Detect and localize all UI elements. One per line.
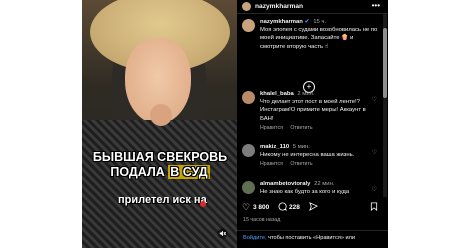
comment-body: nazymkharman ✔ 15 ч. Моя эпопея с судами… — [260, 18, 378, 51]
login-prompt-rest: чтобы поставить «Нравится» или — [266, 235, 356, 241]
login-prompt: Войдите, чтобы поставить «Нравится» или — [237, 230, 388, 248]
comment-reply-button[interactable]: Ответить — [290, 125, 312, 131]
comment-time: 2 мин. — [297, 91, 315, 97]
login-prompt-text: Войдите, чтобы поставить «Нравится» или — [243, 235, 383, 242]
comment-time: 5 мин. — [292, 144, 310, 150]
caption-comment: nazymkharman ✔ 15 ч. Моя эпопея с судами… — [237, 18, 383, 60]
page-background-right — [388, 0, 473, 248]
video-headline-line2: ПОДАЛА В СУД — [88, 165, 232, 180]
comment-actions: Нравится Ответить — [260, 125, 319, 131]
author-username[interactable]: nazymkharman — [255, 3, 303, 10]
login-link[interactable]: Войдите, — [243, 235, 267, 241]
comment-heart-icon[interactable]: ♡ — [372, 186, 377, 193]
comment-time: 22 мин. — [314, 181, 335, 187]
red-dot-icon — [200, 201, 206, 207]
comment-item: makiz_110 5 мин. Никому не интересна ваш… — [237, 143, 383, 171]
avatar[interactable] — [242, 19, 255, 32]
avatar[interactable] — [242, 144, 255, 157]
video-headline: БЫВШАЯ СВЕКРОВЬ ПОДАЛА В СУД — [88, 150, 232, 180]
video-hand — [150, 104, 172, 126]
comments-list: nazymkharman ✔ 15 ч. Моя эпопея с судами… — [237, 14, 383, 197]
video-subline: прилетел иск на — [118, 194, 207, 206]
comment-username[interactable]: khalel_baba — [260, 91, 294, 97]
post-action-bar: ♡ 3 800 228 — [237, 201, 388, 215]
comment-text: Моя эпопея с судами возобновилась не по … — [260, 27, 378, 50]
post-header: nazymkharman ••• — [237, 0, 388, 14]
comments-count: 228 — [289, 204, 300, 211]
comment-heart-icon[interactable]: ♡ — [372, 96, 377, 103]
comment-username[interactable]: nazymkharman — [260, 19, 303, 25]
comments-scrollbar[interactable] — [383, 14, 387, 197]
comment-username[interactable]: makiz_110 — [260, 144, 289, 150]
comment-item: khalel_baba 2 мин. Что делает этот пост … — [237, 90, 383, 136]
avatar[interactable] — [242, 91, 255, 104]
reel-video[interactable]: БЫВШАЯ СВЕКРОВЬ ПОДАЛА В СУД прилетел ис… — [82, 0, 237, 248]
mute-icon[interactable] — [217, 228, 229, 240]
video-headline-highlight: В СУД — [168, 165, 210, 179]
video-lace-top — [82, 120, 237, 248]
comments-panel: nazymkharman ••• nazymkharman ✔ 15 ч. Мо… — [237, 0, 388, 248]
author-avatar[interactable] — [242, 2, 251, 11]
comment-like-button[interactable]: Нравится — [260, 125, 283, 131]
bookmark-icon[interactable] — [370, 202, 378, 213]
likes-count: 3 800 — [253, 204, 270, 211]
comment-actions: Нравится Ответить — [260, 161, 319, 167]
comment-like-button[interactable]: Нравится — [260, 161, 283, 167]
comment-text: Что делает этот пост в моей ленте!? Инст… — [260, 99, 366, 122]
verified-badge-icon: ✔ — [304, 19, 310, 25]
video-headline-line1: БЫВШАЯ СВЕКРОВЬ — [92, 150, 228, 164]
comment-body: khalel_baba 2 мин. Что делает этот пост … — [260, 90, 378, 123]
avatar[interactable] — [242, 181, 255, 194]
video-headline-line2-plain: ПОДАЛА — [110, 165, 169, 179]
comment-username[interactable]: almambetovtoraly — [260, 181, 310, 187]
share-icon[interactable] — [309, 202, 319, 213]
post-modal: БЫВШАЯ СВЕКРОВЬ ПОДАЛА В СУД прилетел ис… — [82, 0, 388, 248]
comment-heart-icon[interactable]: ♡ — [372, 149, 377, 156]
comment-text: Никому не интересна ваша жизнь. — [260, 152, 355, 159]
post-timestamp: 15 часов назад — [243, 217, 281, 223]
scrollbar-thumb[interactable] — [383, 28, 387, 98]
more-options-icon[interactable]: ••• — [372, 1, 380, 10]
comment-icon[interactable] — [278, 202, 287, 213]
comment-text: Не знаю как будто за кого и куда — [260, 189, 350, 196]
comment-reply-button[interactable]: Ответить — [290, 161, 312, 167]
page-background-left — [0, 0, 82, 248]
comment-body: almambetovtoraly 22 мин. Не знаю как буд… — [260, 180, 378, 196]
comment-body: makiz_110 5 мин. Никому не интересна ваш… — [260, 143, 378, 159]
comment-time: 15 ч. — [313, 19, 327, 25]
comment-item: almambetovtoraly 22 мин. Не знаю как буд… — [237, 180, 383, 197]
like-heart-icon[interactable]: ♡ — [242, 202, 250, 213]
